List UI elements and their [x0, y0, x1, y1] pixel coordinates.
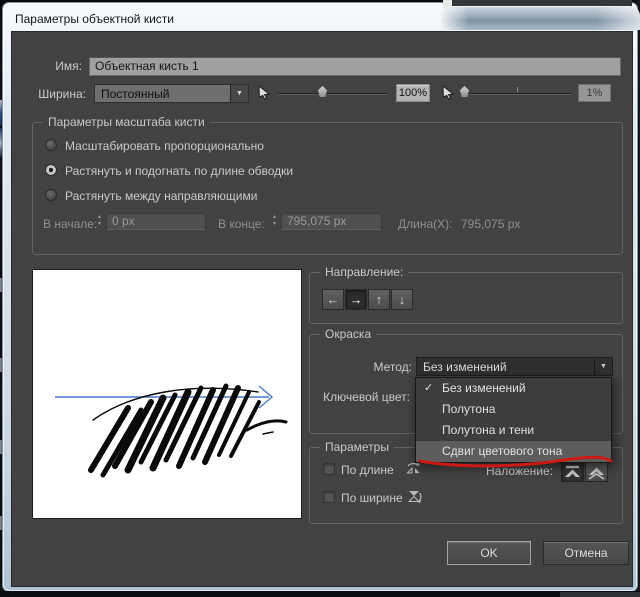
- overlap-label: Наложение:: [485, 464, 553, 478]
- direction-left-button[interactable]: ←: [322, 289, 344, 310]
- width-label: Ширина:: [38, 87, 86, 101]
- overlap-no-adjust-button[interactable]: [561, 461, 584, 482]
- radio-stretch-between-guides[interactable]: [45, 189, 57, 201]
- fixed-width-slider[interactable]: [278, 93, 388, 95]
- end-field: 795,075 px: [281, 213, 382, 230]
- radio-stretch-between-guides-label: Растянуть между направляющими: [65, 189, 258, 203]
- screen: Параметры объектной кисти Имя: Объектная…: [0, 0, 640, 597]
- start-spinner: ▴ ▾: [95, 214, 104, 229]
- direction-down-button[interactable]: ↓: [391, 289, 413, 310]
- dialog-content: Имя: Объектная кисть 1 Ширина: Постоянны…: [11, 31, 633, 587]
- brush-stroke-preview-image: [55, 383, 288, 478]
- cancel-button[interactable]: Отмена: [543, 541, 629, 565]
- dropdown-item-label: Полутона и тени: [442, 423, 535, 437]
- check-icon: ✓: [424, 382, 434, 394]
- brush-preview: [32, 269, 302, 519]
- name-label: Имя:: [55, 59, 82, 73]
- method-value: Без изменений: [423, 360, 507, 374]
- dropdown-item-tints[interactable]: Полутона: [416, 399, 611, 420]
- scribble-strokes: [88, 383, 288, 478]
- radio-stretch-to-fit[interactable]: [45, 164, 57, 176]
- flip-along-label: По длине: [341, 463, 394, 477]
- chevron-down-icon[interactable]: ▼: [230, 85, 248, 102]
- fixed-width-value[interactable]: 100%: [396, 84, 430, 102]
- variation-slider-handle[interactable]: [460, 86, 469, 97]
- radio-stretch-to-fit-label: Растянуть и подогнать по длине обводки: [65, 164, 294, 178]
- overlap-chevron-icon: [588, 467, 605, 480]
- chevron-down-icon[interactable]: ▼: [594, 358, 612, 375]
- flip-along-checkbox[interactable]: [323, 463, 335, 475]
- spinner-up-icon: ▴: [272, 214, 276, 220]
- flip-across-checkbox[interactable]: [323, 491, 335, 503]
- slider-center-tick: [517, 87, 518, 92]
- spinner-down-icon: ▾: [272, 221, 276, 227]
- overlap-bar-chevron-icon: [565, 465, 580, 477]
- scale-options-group-title: Параметры масштаба кисти: [43, 115, 210, 129]
- end-label: В конце:: [218, 217, 265, 231]
- name-input[interactable]: Объектная кисть 1: [89, 57, 621, 76]
- dropdown-item-label: Сдвиг цветового тона: [442, 444, 563, 458]
- method-dropdown[interactable]: Без изменений ▼: [416, 357, 613, 376]
- direction-group-title: Направление:: [320, 265, 409, 279]
- arrow-up-icon: ↑: [375, 292, 383, 307]
- brush-options-dialog: Параметры объектной кисти Имя: Объектная…: [2, 2, 638, 592]
- arrow-left-icon: ←: [326, 292, 340, 307]
- dropdown-item-label: Полутона: [442, 402, 496, 416]
- start-field: 0 px: [106, 213, 206, 230]
- background-bottom-strip: [0, 591, 640, 597]
- spinner-down-icon: ▾: [97, 221, 101, 227]
- width-profile-dropdown[interactable]: Постоянный ▼: [94, 84, 249, 103]
- length-label: Длина(X):: [398, 217, 453, 231]
- direction-group: Направление: ← → ↑ ↓: [309, 265, 623, 324]
- method-label: Метод:: [373, 360, 412, 374]
- background-decoration: [560, 592, 640, 597]
- pressure-cursor-icon: [257, 85, 272, 100]
- options-group-title: Параметры: [320, 440, 394, 454]
- variation-slider[interactable]: [462, 93, 572, 95]
- width-profile-value: Постоянный: [101, 87, 170, 101]
- dropdown-item-hue-shift[interactable]: Сдвиг цветового тона: [416, 441, 611, 462]
- pressure-cursor-icon: [441, 85, 456, 100]
- end-spinner: ▴ ▾: [270, 214, 279, 229]
- spinner-up-icon: ▴: [97, 214, 101, 220]
- flip-across-label: По ширине: [341, 491, 403, 505]
- start-label: В начале:: [43, 217, 98, 231]
- arrow-right-icon: →: [349, 292, 363, 307]
- colorization-group-title: Окраска: [320, 327, 377, 341]
- scale-options-group: Параметры масштаба кисти Масштабировать …: [32, 115, 623, 255]
- variation-value: 1%: [578, 84, 611, 102]
- background-window-glass-frame: [441, 6, 640, 30]
- dropdown-item-label: Без изменений: [442, 381, 526, 395]
- key-color-label: Ключевой цвет:: [323, 390, 410, 404]
- radio-scale-proportionally-label: Масштабировать пропорционально: [65, 139, 264, 153]
- fixed-width-slider-handle[interactable]: [318, 86, 327, 97]
- direction-right-button[interactable]: →: [345, 289, 367, 310]
- radio-scale-proportionally[interactable]: [45, 139, 57, 151]
- length-value: 795,075 px: [461, 217, 521, 231]
- flip-across-icon: [406, 488, 423, 505]
- direction-up-button[interactable]: ↑: [368, 289, 390, 310]
- dropdown-item-no-change[interactable]: ✓ Без изменений: [416, 378, 611, 399]
- dialog-title: Параметры объектной кисти: [15, 12, 174, 26]
- method-dropdown-list: ✓ Без изменений Полутона Полутона и тени…: [415, 377, 612, 463]
- ok-button[interactable]: OK: [447, 541, 531, 565]
- arrow-down-icon: ↓: [398, 292, 406, 307]
- dropdown-item-tints-shades[interactable]: Полутона и тени: [416, 420, 611, 441]
- overlap-adjust-button[interactable]: [585, 461, 608, 482]
